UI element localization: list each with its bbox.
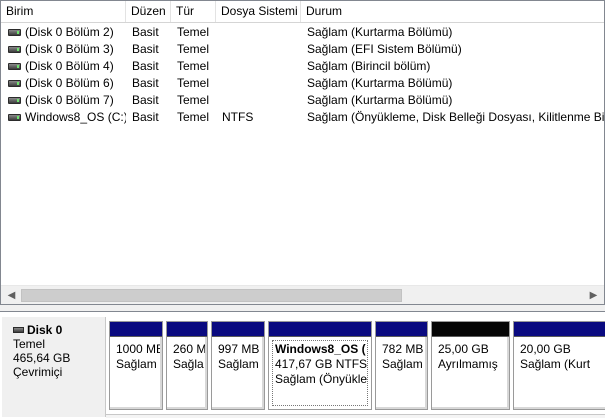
column-header: Birim Düzen Tür Dosya Sistemi Durum xyxy=(1,1,604,23)
partition-status: Sağla xyxy=(173,357,204,371)
partition-size: 25,00 GB xyxy=(438,342,489,356)
horizontal-scrollbar[interactable]: ◀ ▶ xyxy=(1,285,604,304)
volume-layout: Basit xyxy=(132,25,159,39)
volume-row[interactable]: (Disk 0 Bölüm 6) Basit Temel Sağlam (Kur… xyxy=(1,75,604,92)
partition-bar xyxy=(269,322,371,337)
partition-bar xyxy=(212,322,264,337)
partition-bar xyxy=(514,322,605,337)
volume-status: Sağlam (Kurtarma Bölümü) xyxy=(307,76,453,90)
partition-block[interactable]: 782 MB Sağlam xyxy=(375,321,428,410)
partition-size: 997 MB xyxy=(218,342,260,356)
volume-type: Temel xyxy=(177,42,210,56)
volume-fs: NTFS xyxy=(222,110,254,124)
graph-footer-divider xyxy=(106,414,605,418)
volume-name: (Disk 0 Bölüm 3) xyxy=(25,42,114,56)
partition-status: Sağlam xyxy=(116,357,157,371)
volume-status: Sağlam (Kurtarma Bölümü) xyxy=(307,93,453,107)
volume-row[interactable]: (Disk 0 Bölüm 3) Basit Temel Sağlam (EFI… xyxy=(1,41,604,58)
volume-row[interactable]: Windows8_OS (C:) Basit Temel NTFS Sağlam… xyxy=(1,109,605,126)
disk-state: Çevrimiçi xyxy=(13,365,63,379)
disk-name: Disk 0 xyxy=(27,323,63,337)
volume-row[interactable]: (Disk 0 Bölüm 7) Basit Temel Sağlam (Kur… xyxy=(1,92,604,109)
volume-layout: Basit xyxy=(132,76,159,90)
scroll-left-icon[interactable]: ◀ xyxy=(3,286,20,304)
volume-fs xyxy=(222,92,302,109)
partition-status: Sağlam (Kurt xyxy=(520,357,591,371)
partition-status: Sağlam xyxy=(218,357,259,371)
volume-name: (Disk 0 Bölüm 4) xyxy=(25,59,114,73)
disk-size: 465,64 GB xyxy=(13,351,71,365)
partition-block[interactable]: 260 M Sağla xyxy=(166,321,208,410)
volume-icon xyxy=(8,63,21,70)
partition-bar xyxy=(167,322,207,337)
scrollbar-thumb[interactable] xyxy=(21,289,402,302)
column-dosya-sistemi[interactable]: Dosya Sistemi xyxy=(216,1,301,22)
column-birim[interactable]: Birim xyxy=(1,1,126,22)
partition-block-unallocated[interactable]: 25,00 GB Ayrılmamış xyxy=(431,321,510,410)
partition-size: 260 M xyxy=(173,342,207,356)
disk-label[interactable]: Disk 0 Temel 465,64 GB Çevrimiçi xyxy=(2,317,106,417)
volume-fs xyxy=(222,41,302,58)
volume-name: (Disk 0 Bölüm 7) xyxy=(25,93,114,107)
volume-icon xyxy=(8,114,21,121)
column-durum[interactable]: Durum xyxy=(301,1,604,22)
partition-block[interactable]: 1000 MB Sağlam xyxy=(109,321,163,410)
partition-size: 20,00 GB xyxy=(520,342,571,356)
partition-block[interactable]: 20,00 GB Sağlam (Kurt xyxy=(513,321,605,410)
partition-bar xyxy=(110,322,162,337)
scroll-right-icon[interactable]: ▶ xyxy=(585,286,602,304)
volume-icon xyxy=(8,97,21,104)
volume-row[interactable]: (Disk 0 Bölüm 2) Basit Temel Sağlam (Kur… xyxy=(1,24,604,41)
partition-bar-unallocated xyxy=(432,322,509,337)
partition-block-windows8-os[interactable]: Windows8_OS ( 417,67 GB NTFS Sağlam (Öny… xyxy=(268,321,372,410)
volume-type: Temel xyxy=(177,110,210,124)
volume-name: (Disk 0 Bölüm 6) xyxy=(25,76,114,90)
partition-block[interactable]: 997 MB Sağlam xyxy=(211,321,265,410)
volume-status: Sağlam (EFI Sistem Bölümü) xyxy=(307,42,462,56)
column-duzen[interactable]: Düzen xyxy=(126,1,171,22)
volume-name: Windows8_OS (C:) xyxy=(25,110,126,124)
volume-rows: (Disk 0 Bölüm 2) Basit Temel Sağlam (Kur… xyxy=(1,24,605,126)
disk-graphical-view: Disk 0 Temel 465,64 GB Çevrimiçi 1000 MB… xyxy=(0,311,605,418)
volume-list: Birim Düzen Tür Dosya Sistemi Durum (Dis… xyxy=(0,0,605,305)
partition-bar xyxy=(376,322,427,337)
volume-icon xyxy=(8,46,21,53)
disk-type: Temel xyxy=(13,337,46,351)
partition-status: Ayrılmamış xyxy=(438,357,498,371)
volume-icon xyxy=(8,29,21,36)
volume-fs xyxy=(222,58,302,75)
partition-size: 782 MB xyxy=(382,342,424,356)
volume-type: Temel xyxy=(177,25,210,39)
volume-layout: Basit xyxy=(132,59,159,73)
partition-size: 1000 MB xyxy=(116,342,162,356)
volume-status: Sağlam (Önyükleme, Disk Belleği Dosyası,… xyxy=(307,110,605,124)
volume-type: Temel xyxy=(177,59,210,73)
column-tur[interactable]: Tür xyxy=(171,1,216,22)
volume-status: Sağlam (Kurtarma Bölümü) xyxy=(307,25,453,39)
volume-name: (Disk 0 Bölüm 2) xyxy=(25,25,114,39)
volume-status: Sağlam (Birincil bölüm) xyxy=(307,59,431,73)
volume-layout: Basit xyxy=(132,93,159,107)
volume-row[interactable]: (Disk 0 Bölüm 4) Basit Temel Sağlam (Bir… xyxy=(1,58,604,75)
volume-type: Temel xyxy=(177,93,210,107)
partition-status: Sağlam xyxy=(382,357,423,371)
volume-layout: Basit xyxy=(132,42,159,56)
disk-icon xyxy=(13,327,24,333)
volume-fs xyxy=(222,24,302,41)
volume-icon xyxy=(8,80,21,87)
volume-fs xyxy=(222,75,302,92)
volume-type: Temel xyxy=(177,76,210,90)
volume-layout: Basit xyxy=(132,110,159,124)
